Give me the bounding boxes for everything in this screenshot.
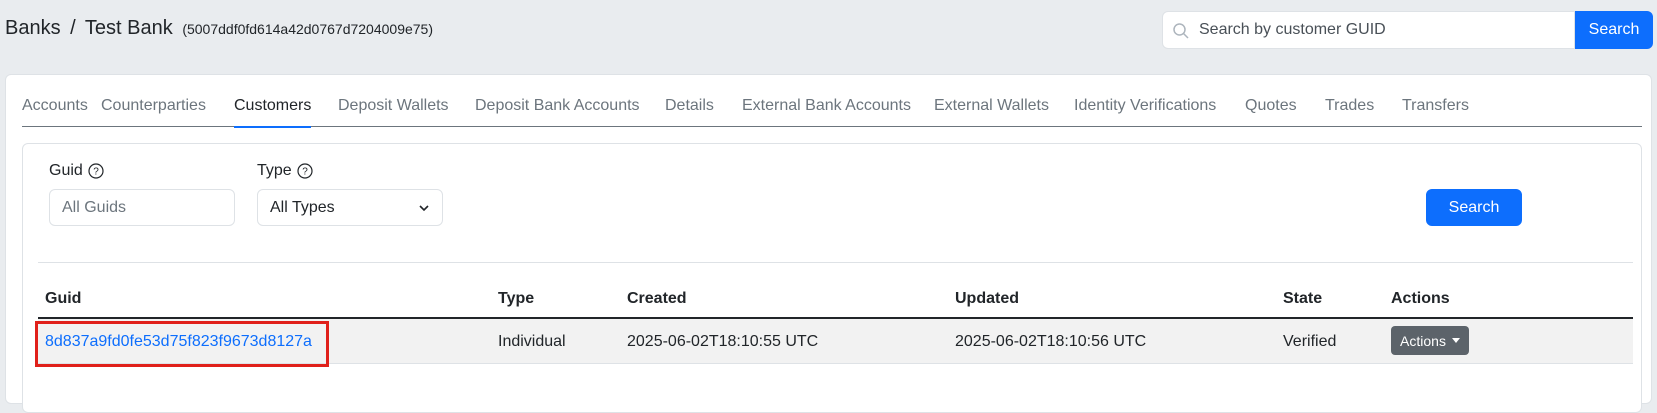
customer-search: Search [1162, 11, 1653, 49]
breadcrumb-separator: / [70, 17, 76, 39]
customers-panel: Guid ? Type ? All Types Search Guid Type… [22, 143, 1642, 413]
column-header-state: State [1283, 290, 1323, 307]
customer-type: Individual [498, 333, 566, 350]
type-filter-label: Type ? [257, 162, 313, 180]
tab-quotes[interactable]: Quotes [1245, 97, 1297, 127]
search-icon [1173, 23, 1189, 39]
guid-filter-input[interactable] [49, 189, 235, 226]
column-header-guid: Guid [45, 290, 82, 307]
column-header-type: Type [498, 290, 535, 307]
tab-counterparties[interactable]: Counterparties [101, 97, 206, 127]
divider [38, 262, 1633, 263]
tab-accounts[interactable]: Accounts [22, 97, 88, 127]
top-bar: Banks / Test Bank (5007ddf0fd614a42d0767… [0, 0, 1657, 70]
tab-details[interactable]: Details [665, 97, 714, 127]
breadcrumb: Banks / Test Bank (5007ddf0fd614a42d0767… [5, 17, 433, 40]
customer-state: Verified [1283, 333, 1337, 350]
column-header-created: Created [627, 290, 687, 307]
customer-updated: 2025-06-02T18:10:56 UTC [955, 333, 1147, 350]
tab-transfers[interactable]: Transfers [1402, 97, 1469, 127]
customer-created: 2025-06-02T18:10:55 UTC [627, 333, 819, 350]
tab-trades[interactable]: Trades [1325, 97, 1374, 127]
customer-search-button[interactable]: Search [1575, 11, 1653, 49]
caret-down-icon [1451, 338, 1460, 343]
actions-dropdown-button[interactable]: Actions [1391, 326, 1469, 355]
bank-id: (5007ddf0fd614a42d0767d7204009e75) [182, 21, 433, 37]
help-icon[interactable]: ? [297, 163, 313, 179]
help-icon[interactable]: ? [88, 163, 104, 179]
guid-filter-label-text: Guid [49, 162, 83, 179]
type-filter-label-text: Type [257, 162, 292, 179]
filter-search-button[interactable]: Search [1426, 189, 1522, 226]
tab-external-bank-accounts[interactable]: External Bank Accounts [742, 97, 911, 127]
tab-external-wallets[interactable]: External Wallets [934, 97, 1049, 127]
breadcrumb-bank-name: Test Bank [84, 17, 173, 39]
customer-search-input[interactable] [1163, 12, 1574, 48]
breadcrumb-banks[interactable]: Banks [5, 17, 61, 39]
column-header-updated: Updated [955, 290, 1019, 307]
tab-deposit-wallets[interactable]: Deposit Wallets [338, 97, 449, 127]
tab-customers[interactable]: Customers [234, 97, 312, 128]
type-filter-select[interactable]: All Types [257, 189, 443, 226]
tab-deposit-bank-accounts[interactable]: Deposit Bank Accounts [475, 97, 640, 127]
svg-text:?: ? [93, 167, 99, 178]
bank-card: Accounts Counterparties Customers Deposi… [5, 74, 1652, 413]
type-filter-selected: All Types [270, 198, 335, 216]
bank-tabs: Accounts Counterparties Customers Deposi… [22, 97, 1642, 128]
svg-text:?: ? [302, 167, 308, 178]
customer-search-field [1162, 11, 1575, 49]
actions-dropdown-label: Actions [1400, 332, 1446, 349]
guid-filter-label: Guid ? [49, 162, 104, 180]
tab-identity-verifications[interactable]: Identity Verifications [1074, 97, 1216, 127]
highlight-box [35, 321, 329, 367]
column-header-actions: Actions [1391, 290, 1450, 307]
chevron-down-icon [419, 205, 429, 212]
